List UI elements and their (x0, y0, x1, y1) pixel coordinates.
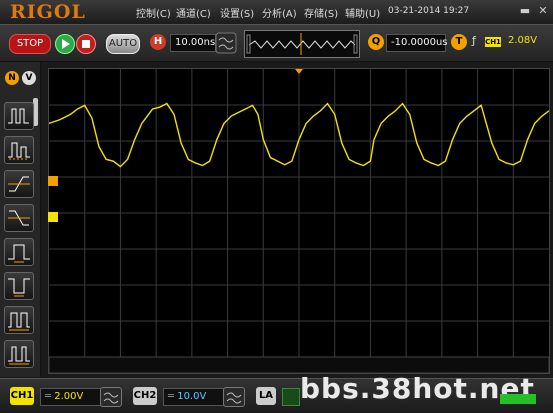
menu-analyze[interactable]: 分析(A) (262, 5, 297, 20)
positive-pulse-trigger-button[interactable] (4, 238, 34, 266)
ch1-adjust-icon[interactable] (100, 387, 122, 407)
slope-trigger-button[interactable] (4, 170, 34, 198)
runt-icon (8, 142, 30, 160)
falling-slope-trigger-button[interactable] (4, 204, 34, 232)
memory-overview[interactable] (244, 30, 360, 58)
trigger-source[interactable]: CH1 (485, 37, 501, 47)
auto-button[interactable]: AUTO (106, 34, 140, 54)
ch2-button[interactable]: CH2 (133, 387, 157, 405)
timebase-value[interactable]: 10.00ns (170, 34, 216, 52)
dc-coupling-icon: ═ (45, 391, 55, 402)
negative-pulse-icon (8, 278, 30, 297)
stop-button[interactable]: STOP (9, 34, 51, 54)
menu-utility[interactable]: 辅助(U) (345, 5, 380, 20)
runt-trigger-button[interactable] (4, 136, 34, 164)
menu-bar: RIGOL 控制(C) 通道(C) 设置(S) 分析(A) 存储(S) 辅助(U… (0, 0, 553, 25)
toolbar: STOP AUTO H 10.00ns Q -10.0000us T ƒ CH1… (0, 25, 553, 62)
single-stop-icon[interactable] (76, 34, 96, 54)
ch2-adjust-icon[interactable] (223, 387, 245, 407)
minimize-icon[interactable]: ▬ (518, 4, 532, 18)
rising-edge-icon: ƒ (472, 34, 476, 47)
pattern-icon (8, 312, 30, 331)
positive-pulse-icon (8, 244, 30, 263)
trigger-position-marker (295, 69, 303, 74)
normal-mode-button[interactable]: N (5, 71, 19, 85)
menu-channel[interactable]: 通道(C) (176, 5, 211, 20)
delay-badge: Q (368, 34, 384, 50)
datetime: 03-21-2014 19:27 (388, 6, 470, 16)
window-trigger-button[interactable] (4, 340, 34, 368)
memory-waveform-icon (246, 33, 358, 55)
ch1-offset-marker[interactable] (48, 212, 58, 222)
run-icon[interactable] (55, 34, 75, 54)
trigger-level[interactable]: 2.08V (508, 35, 537, 46)
menu-settings[interactable]: 设置(S) (220, 5, 254, 20)
trigger-panel: N V (0, 62, 41, 377)
pulse-icon (8, 108, 29, 124)
rising-slope-icon (8, 176, 30, 192)
ch2-dc-coupling-icon: ═ (168, 391, 178, 402)
horizontal-badge: H (150, 34, 166, 50)
la-button[interactable]: LA (256, 387, 276, 405)
close-icon[interactable]: ✕ (536, 4, 550, 18)
digital-channel-icon[interactable] (282, 388, 300, 406)
timebase-adjust-icon[interactable] (215, 32, 237, 54)
ch1-button[interactable]: CH1 (10, 387, 34, 405)
pattern-trigger-button[interactable] (4, 306, 34, 334)
delay-value[interactable]: -10.0000us (386, 34, 448, 52)
status-indicator (500, 394, 536, 404)
horizontal-scroll-strip (48, 356, 550, 374)
trigger-level-marker[interactable] (48, 176, 58, 186)
window-icon (8, 346, 30, 365)
ch1-scale-value: 2.00V (54, 391, 84, 402)
ch2-scale-value: 10.0V (177, 391, 207, 402)
menu-storage[interactable]: 存储(S) (304, 5, 338, 20)
rigol-logo: RIGOL (10, 1, 86, 23)
menu-control[interactable]: 控制(C) (136, 5, 171, 20)
pulse-trigger-button[interactable] (4, 102, 34, 130)
waveform-display[interactable] (48, 68, 550, 374)
ch1-scale[interactable]: ═ 2.00V (40, 388, 102, 406)
waveform-canvas (48, 69, 550, 374)
view-mode-button[interactable]: V (22, 71, 36, 85)
negative-pulse-trigger-button[interactable] (4, 272, 34, 300)
trigger-badge: T (451, 34, 467, 50)
falling-slope-icon (8, 210, 30, 226)
ch2-scale[interactable]: ═ 10.0V (163, 388, 225, 406)
